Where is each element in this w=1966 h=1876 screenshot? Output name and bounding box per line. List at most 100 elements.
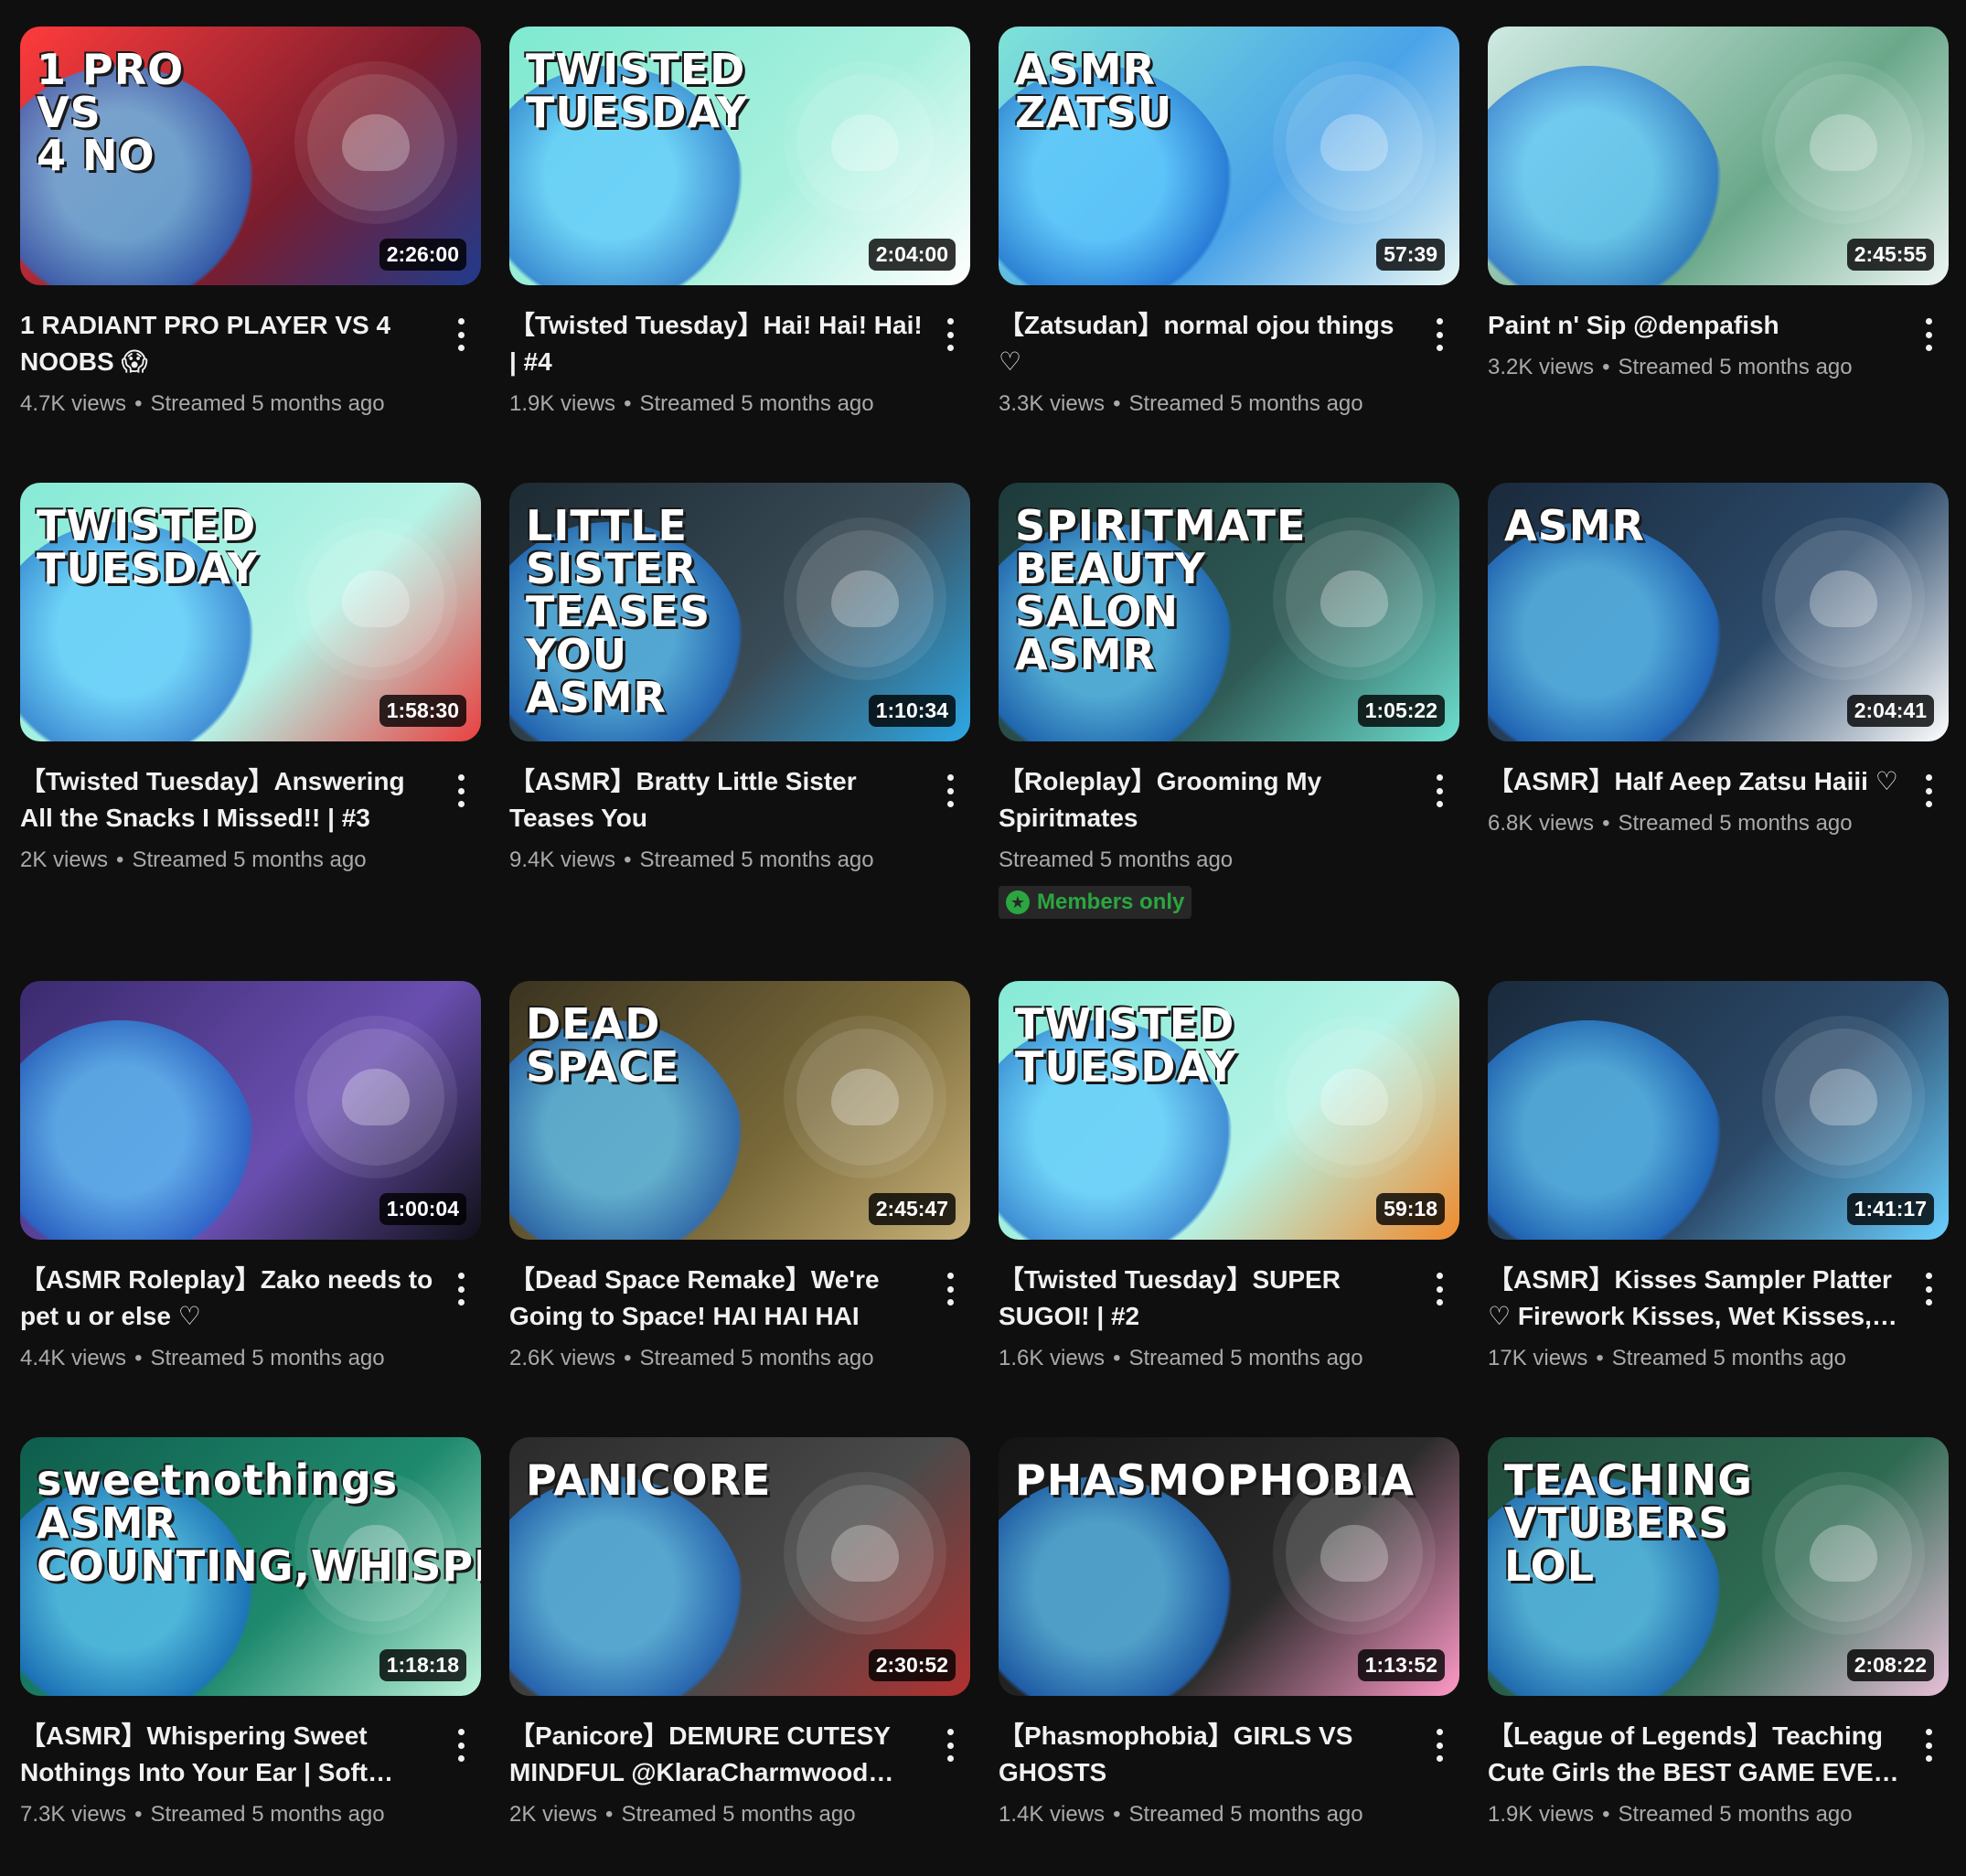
stream-date: Streamed 5 months ago (132, 847, 367, 872)
more-options-icon[interactable] (450, 771, 472, 811)
duration-badge: 2:45:55 (1846, 239, 1934, 271)
more-options-icon[interactable] (939, 771, 961, 811)
video-card[interactable]: ASMR ZATSU 57:39 【Zatsudan】normal ojou t… (999, 27, 1459, 483)
video-title[interactable]: 【Zatsudan】normal ojou things ♡ (999, 307, 1412, 380)
video-thumbnail[interactable]: ASMR 2:04:41 (1488, 483, 1949, 741)
video-title[interactable]: 【ASMR Roleplay】Zako needs to pet u or el… (20, 1262, 433, 1335)
video-meta: 【Twisted Tuesday】SUPER SUGOI! | #2 1.6K … (999, 1240, 1459, 1373)
video-meta: 【ASMR】Kisses Sampler Platter ♡ Firework … (1488, 1240, 1949, 1373)
more-options-icon[interactable] (1428, 1269, 1450, 1309)
star-icon: ★ (1006, 890, 1030, 914)
more-options-icon[interactable] (450, 314, 472, 355)
video-card[interactable]: TWISTED TUESDAY 2:04:00 【Twisted Tuesday… (509, 27, 970, 483)
more-options-icon[interactable] (939, 1725, 961, 1765)
video-title[interactable]: 【League of Legends】Teaching Cute Girls t… (1488, 1718, 1901, 1791)
view-count: 7.3K views (20, 1802, 127, 1827)
video-thumbnail[interactable]: DEAD SPACE 2:45:47 (509, 981, 970, 1240)
more-options-icon[interactable] (1428, 771, 1450, 811)
video-title[interactable]: 【Twisted Tuesday】SUPER SUGOI! | #2 (999, 1262, 1412, 1335)
video-thumbnail[interactable]: ASMR ZATSU 57:39 (999, 27, 1459, 285)
video-stats: 4.7K views • Streamed 5 months ago (20, 389, 433, 419)
more-options-icon[interactable] (1918, 1269, 1939, 1309)
video-card[interactable]: 2:45:55 Paint n' Sip @denpafish 3.2K vie… (1488, 27, 1949, 483)
video-thumbnail[interactable]: TWISTED TUESDAY 2:04:00 (509, 27, 970, 285)
video-title[interactable]: Paint n' Sip @denpafish (1488, 307, 1901, 344)
video-card[interactable]: TWISTED TUESDAY 1:58:30 【Twisted Tuesday… (20, 483, 481, 981)
duration-badge: 2:08:22 (1846, 1649, 1934, 1681)
thumbnail-mascot (1775, 1484, 1912, 1622)
duration-badge: 1:00:04 (379, 1193, 466, 1225)
thumbnail-mascot (796, 1484, 934, 1622)
video-stats: 7.3K views • Streamed 5 months ago (20, 1800, 433, 1829)
video-card[interactable]: PHASMOPHOBIA 1:13:52 【Phasmophobia】GIRLS… (999, 1437, 1459, 1876)
separator-dot: • (134, 1346, 143, 1370)
video-title[interactable]: 【ASMR】Whispering Sweet Nothings Into You… (20, 1718, 433, 1791)
video-card[interactable]: PANICORE 2:30:52 【Panicore】DEMURE CUTESY… (509, 1437, 970, 1876)
separator-dot: • (1113, 1346, 1121, 1370)
video-meta: 【ASMR】Bratty Little Sister Teases You 9.… (509, 741, 970, 875)
view-count: 9.4K views (509, 847, 616, 872)
more-options-icon[interactable] (450, 1269, 472, 1309)
duration-badge: 57:39 (1376, 239, 1445, 271)
more-options-icon[interactable] (450, 1725, 472, 1765)
more-options-icon[interactable] (1428, 1725, 1450, 1765)
video-card[interactable]: ASMR 2:04:41 【ASMR】Half Aeep Zatsu Haiii… (1488, 483, 1949, 981)
video-thumbnail[interactable]: 1:41:17 (1488, 981, 1949, 1240)
video-thumbnail[interactable]: TWISTED TUESDAY 1:58:30 (20, 483, 481, 741)
video-title[interactable]: 【Dead Space Remake】We're Going to Space!… (509, 1262, 923, 1335)
video-meta: 【Twisted Tuesday】Answering All the Snack… (20, 741, 481, 875)
separator-dot: • (1602, 355, 1610, 379)
video-thumbnail[interactable]: LITTLE SISTER TEASES YOU ASMR 1:10:34 (509, 483, 970, 741)
video-title[interactable]: 【ASMR】Half Aeep Zatsu Haiii ♡ (1488, 763, 1901, 800)
video-meta: 【ASMR Roleplay】Zako needs to pet u or el… (20, 1240, 481, 1373)
view-count: 2K views (20, 847, 109, 872)
thumbnail-mascot (307, 529, 444, 667)
separator-dot: • (1602, 811, 1610, 836)
more-options-icon[interactable] (1918, 771, 1939, 811)
video-thumbnail[interactable]: PHASMOPHOBIA 1:13:52 (999, 1437, 1459, 1696)
video-title[interactable]: 【Twisted Tuesday】Hai! Hai! Hai! | #4 (509, 307, 923, 380)
video-card[interactable]: TWISTED TUESDAY 59:18 【Twisted Tuesday】S… (999, 981, 1459, 1437)
thumbnail-text: PHASMOPHOBIA (1015, 1455, 1415, 1505)
more-options-icon[interactable] (1918, 314, 1939, 355)
video-card[interactable]: TEACHING VTUBERS LOL 2:08:22 【League of … (1488, 1437, 1949, 1876)
video-card[interactable]: 1:41:17 【ASMR】Kisses Sampler Platter ♡ F… (1488, 981, 1949, 1437)
video-thumbnail[interactable]: 2:45:55 (1488, 27, 1949, 285)
view-count: 1.9K views (509, 391, 616, 416)
video-title[interactable]: 【ASMR】Bratty Little Sister Teases You (509, 763, 923, 837)
video-thumbnail[interactable]: 1:00:04 (20, 981, 481, 1240)
video-card[interactable]: DEAD SPACE 2:45:47 【Dead Space Remake】We… (509, 981, 970, 1437)
video-title[interactable]: 【Panicore】DEMURE CUTESY MINDFUL @KlaraCh… (509, 1718, 923, 1791)
video-thumbnail[interactable]: TWISTED TUESDAY 59:18 (999, 981, 1459, 1240)
more-options-icon[interactable] (939, 314, 961, 355)
view-count: 6.8K views (1488, 811, 1595, 836)
video-stats: 6.8K views • Streamed 5 months ago (1488, 809, 1901, 838)
video-thumbnail[interactable]: TEACHING VTUBERS LOL 2:08:22 (1488, 1437, 1949, 1696)
video-thumbnail[interactable]: 1 PRO VS 4 NO 2:26:00 (20, 27, 481, 285)
video-card[interactable]: LITTLE SISTER TEASES YOU ASMR 1:10:34 【A… (509, 483, 970, 981)
stream-date: Streamed 5 months ago (1611, 1346, 1846, 1370)
video-card[interactable]: 1 PRO VS 4 NO 2:26:00 1 RADIANT PRO PLAY… (20, 27, 481, 483)
more-options-icon[interactable] (939, 1269, 961, 1309)
video-thumbnail[interactable]: SPIRITMATE BEAUTY SALON ASMR 1:05:22 (999, 483, 1459, 741)
video-card[interactable]: sweetnothings ASMR COUNTING,WHISPERS 1:1… (20, 1437, 481, 1876)
duration-badge: 2:45:47 (868, 1193, 956, 1225)
view-count: 3.3K views (999, 391, 1106, 416)
video-card[interactable]: SPIRITMATE BEAUTY SALON ASMR 1:05:22 【Ro… (999, 483, 1459, 981)
video-thumbnail[interactable]: sweetnothings ASMR COUNTING,WHISPERS 1:1… (20, 1437, 481, 1696)
video-title[interactable]: 【ASMR】Kisses Sampler Platter ♡ Firework … (1488, 1262, 1901, 1335)
thumbnail-text: PANICORE (526, 1455, 772, 1505)
stream-date: Streamed 5 months ago (639, 847, 874, 872)
video-meta: Paint n' Sip @denpafish 3.2K views • Strea… (1488, 285, 1949, 382)
thumbnail-mascot (1286, 1484, 1423, 1622)
video-title[interactable]: 1 RADIANT PRO PLAYER VS 4 NOOBS 😱 (20, 307, 433, 380)
more-options-icon[interactable] (1918, 1725, 1939, 1765)
more-options-icon[interactable] (1428, 314, 1450, 355)
video-title[interactable]: 【Roleplay】Grooming My Spiritmates (999, 763, 1412, 837)
video-thumbnail[interactable]: PANICORE 2:30:52 (509, 1437, 970, 1696)
video-card[interactable]: 1:00:04 【ASMR Roleplay】Zako needs to pet… (20, 981, 481, 1437)
video-title[interactable]: 【Twisted Tuesday】Answering All the Snack… (20, 763, 433, 837)
thumbnail-text: sweetnothings ASMR COUNTING,WHISPERS (37, 1455, 481, 1591)
duration-badge: 2:26:00 (379, 239, 466, 271)
video-title[interactable]: 【Phasmophobia】GIRLS VS GHOSTS (999, 1718, 1412, 1791)
